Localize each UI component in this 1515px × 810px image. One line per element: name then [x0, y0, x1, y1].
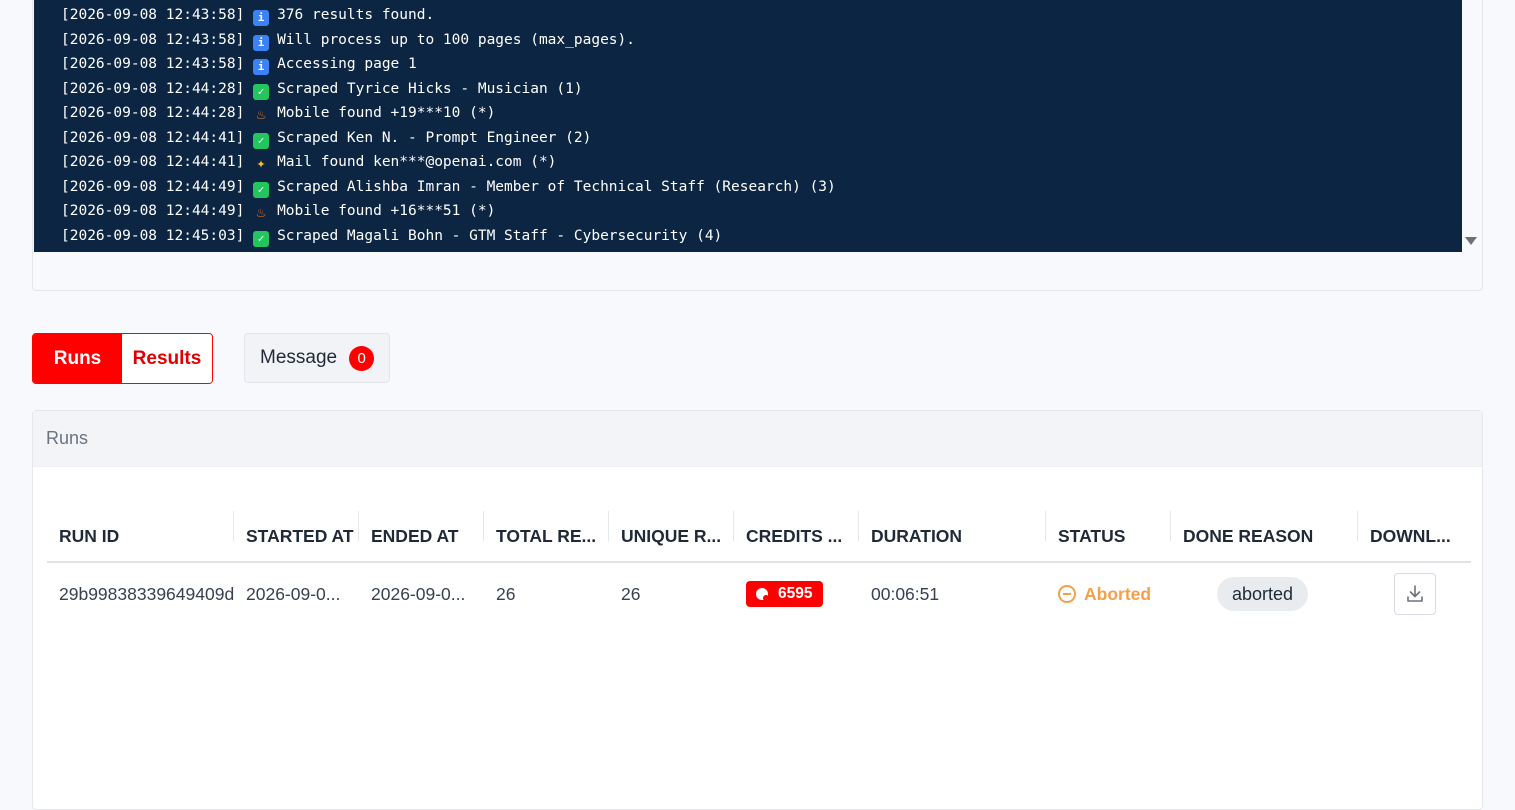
column-header-done-reason[interactable]: DONE REASON [1171, 511, 1358, 561]
log-line: [2026-09-08 12:43:58] i 376 results found… [61, 3, 836, 28]
cell-duration: 00:06:51 [871, 583, 940, 604]
download-icon [1407, 585, 1423, 602]
log-timestamp: [2026-09-08 12:45:03] [61, 227, 245, 244]
log-panel: [2026-09-08 12:43:58] i 376 results found… [32, 0, 1483, 291]
log-timestamp: [2026-09-08 12:43:58] [61, 31, 245, 48]
credits-badge: 6595 [746, 581, 824, 607]
table-body: 29b99838339649409d 2026-09-0... 2026-09-… [47, 563, 1471, 625]
column-header-credits[interactable]: CREDITS ... [734, 511, 859, 561]
cell-status: Aborted [1046, 563, 1171, 625]
check-icon: ✓ [253, 230, 270, 247]
log-message: Scraped Ken N. - Prompt Engineer (2) [277, 129, 592, 146]
cell-credits: 6595 [734, 563, 859, 625]
log-line: [2026-09-08 12:45:03] ✓ Scraped Magali Bo… [61, 224, 836, 249]
log-message: Scraped Magali Bohn - GTM Staff - Cybers… [277, 227, 723, 244]
cell-started-at: 2026-09-0... [246, 583, 341, 604]
cell-unique-results: 26 [621, 583, 641, 604]
check-icon: ✓ [253, 132, 270, 149]
log-message: Will process up to 100 pages (max_pages)… [277, 31, 635, 48]
runs-table: RUN ID STARTED AT ENDED AT TOTAL RE... U… [47, 511, 1471, 625]
column-header-download[interactable]: DOWNL... [1358, 511, 1471, 561]
column-header-ended-at[interactable]: ENDED AT [359, 511, 484, 561]
log-lines: [2026-09-08 12:43:58] i 376 results found… [61, 3, 836, 248]
cell-run-id: 29b99838339649409d [59, 583, 234, 604]
info-icon: i [253, 10, 270, 26]
column-header-duration[interactable]: DURATION [859, 511, 1046, 561]
tab-runs[interactable]: Runs [33, 334, 122, 383]
column-header-started-at[interactable]: STARTED AT [234, 511, 359, 561]
log-line: [2026-09-08 12:44:49] ✓ Scraped Alishba I… [61, 175, 836, 200]
minus-circle-icon [1058, 585, 1076, 603]
log-timestamp: [2026-09-08 12:44:41] [61, 154, 245, 170]
log-timestamp: [2026-09-08 12:43:58] [61, 7, 245, 23]
info-icon: i [253, 59, 270, 75]
column-header-run-id[interactable]: RUN ID [47, 511, 234, 561]
log-message: 376 results found. [277, 7, 435, 23]
status-badge: Aborted [1058, 584, 1151, 605]
log-console[interactable]: [2026-09-08 12:43:58] i 376 results found… [34, 0, 1462, 252]
log-message: Mail found ken***@openai.com (*) [277, 154, 557, 170]
cell-download [1358, 563, 1471, 625]
log-timestamp: [2026-09-08 12:44:49] [61, 178, 245, 195]
column-header-status[interactable]: STATUS [1046, 511, 1171, 561]
log-line: [2026-09-08 12:43:58] i Accessing page 1 [61, 52, 836, 77]
status-label: Aborted [1084, 583, 1152, 604]
check-icon: ✓ [253, 181, 270, 198]
view-tabs: Runs Results [32, 333, 213, 384]
log-message: Scraped Alishba Imran - Member of Techni… [277, 178, 836, 195]
log-line: [2026-09-08 12:44:49] ♨ Mobile found +16*… [61, 199, 836, 224]
log-timestamp: [2026-09-08 12:43:58] [61, 56, 245, 72]
column-header-total-results[interactable]: TOTAL RE... [484, 511, 609, 561]
cell-done-reason: aborted [1171, 563, 1358, 625]
cell-ended-at: 2026-09-0... [371, 583, 466, 604]
log-message: Scraped Tyrice Hicks - Musician (1) [277, 80, 583, 97]
log-message: Accessing page 1 [277, 56, 417, 72]
log-line: [2026-09-08 12:44:41] ✦ Mail found ken***… [61, 150, 836, 175]
log-timestamp: [2026-09-08 12:44:41] [61, 129, 245, 146]
table-header: RUN ID STARTED AT ENDED AT TOTAL RE... U… [47, 511, 1471, 563]
runs-panel-title: Runs [33, 411, 1482, 467]
column-header-unique-results[interactable]: UNIQUE R... [609, 511, 734, 561]
info-icon: i [253, 34, 270, 51]
download-button[interactable] [1394, 573, 1436, 615]
message-button[interactable]: Message 0 [244, 333, 390, 383]
message-label: Message [260, 347, 338, 368]
fire-icon: ♨ [256, 105, 266, 123]
scroll-down-arrow-icon[interactable] [1465, 237, 1477, 245]
log-line: [2026-09-08 12:43:58] i Will process up t… [61, 28, 836, 53]
sparkle-icon: ✦ [256, 154, 266, 172]
tab-results[interactable]: Results [122, 334, 212, 383]
log-timestamp: [2026-09-08 12:44:49] [61, 203, 245, 219]
credits-value: 6595 [778, 585, 813, 602]
message-count-badge: 0 [349, 345, 375, 371]
table-row: 29b99838339649409d 2026-09-0... 2026-09-… [47, 563, 1471, 625]
fire-icon: ♨ [256, 203, 266, 221]
runs-panel: Runs RUN ID STARTED AT ENDED AT TOTAL RE… [32, 410, 1483, 810]
log-timestamp: [2026-09-08 12:44:28] [61, 80, 245, 97]
log-timestamp: [2026-09-08 12:44:28] [61, 105, 245, 121]
log-message: Mobile found +19***10 (*) [277, 105, 496, 121]
cell-total-results: 26 [496, 583, 516, 604]
log-line: [2026-09-08 12:44:28] ♨ Mobile found +19*… [61, 101, 836, 126]
done-reason-badge: aborted [1217, 577, 1309, 611]
log-line: [2026-09-08 12:44:41] ✓ Scraped Ken N. - … [61, 126, 836, 151]
log-message: Mobile found +16***51 (*) [277, 203, 496, 219]
log-line: [2026-09-08 12:44:28] ✓ Scraped Tyrice Hi… [61, 77, 836, 102]
check-icon: ✓ [253, 83, 270, 100]
coin-icon [756, 588, 769, 601]
